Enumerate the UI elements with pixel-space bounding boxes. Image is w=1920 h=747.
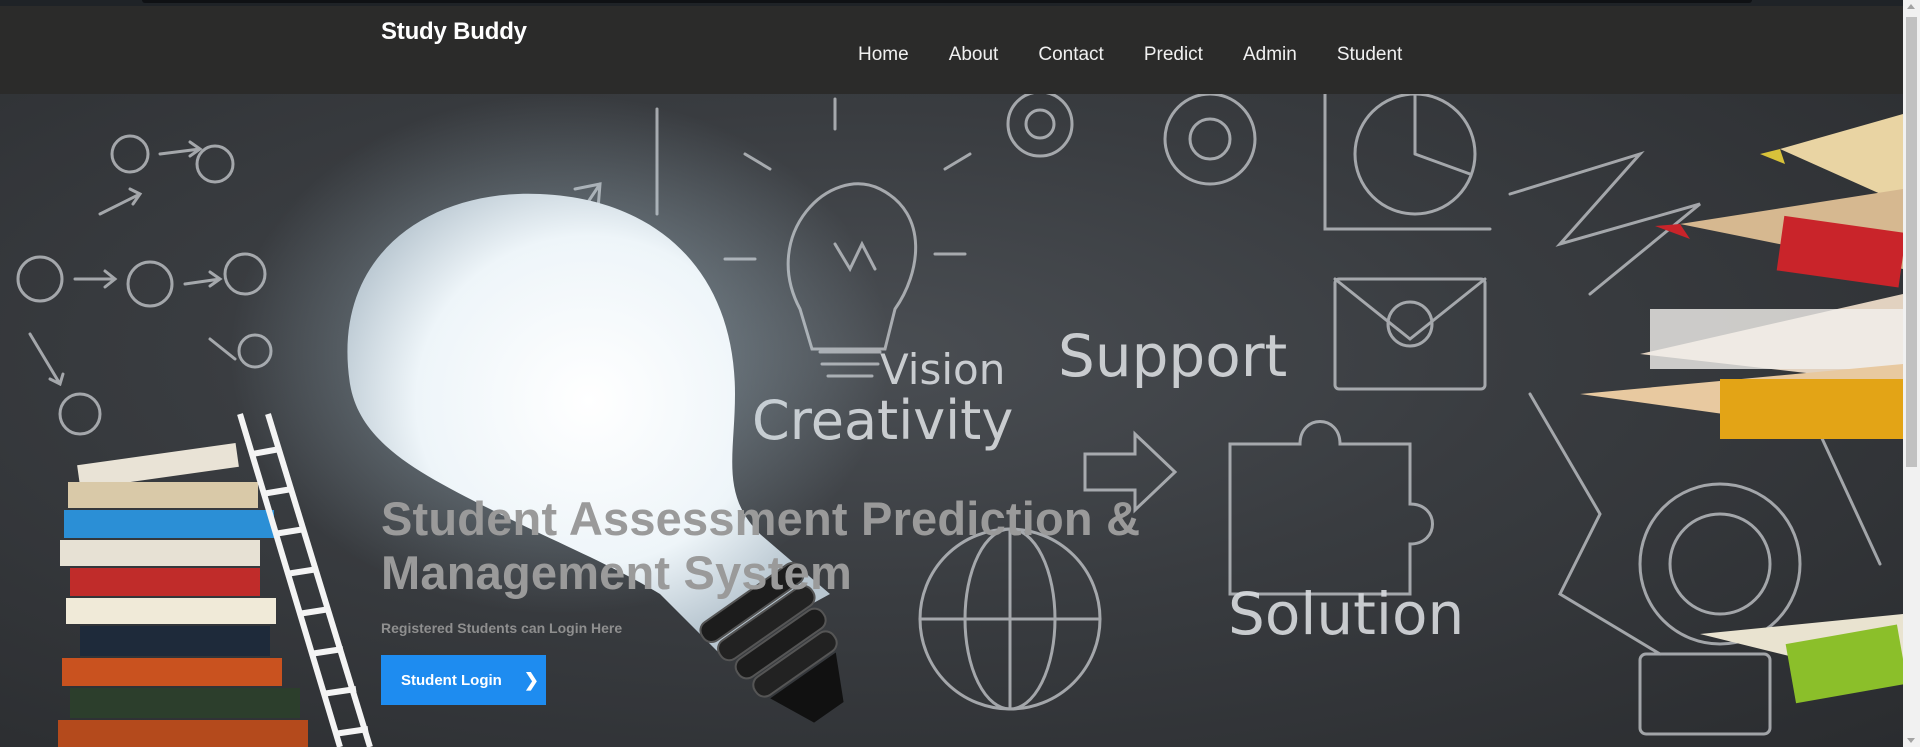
student-login-button[interactable]: Student Login ❯ — [381, 655, 546, 705]
hero-section: Vision Creativity Support Solution Stude… — [0, 94, 1903, 747]
chevron-right-icon: ❯ — [523, 669, 539, 690]
scroll-up-icon[interactable] — [1907, 4, 1915, 9]
nav-admin[interactable]: Admin — [1243, 44, 1297, 66]
main-nav: Home About Contact Predict Admin Student — [858, 44, 1442, 66]
hero-subtitle: Registered Students can Login Here — [381, 620, 623, 636]
page-scrollbar[interactable] — [1903, 0, 1920, 747]
scroll-down-icon[interactable] — [1907, 738, 1915, 743]
hero-background-image: Vision Creativity Support Solution — [16, 94, 1903, 747]
scrollbar-thumb[interactable] — [1906, 17, 1917, 467]
nav-predict[interactable]: Predict — [1144, 44, 1203, 66]
nav-home[interactable]: Home — [858, 44, 909, 66]
nav-contact[interactable]: Contact — [1038, 44, 1103, 66]
word-vision: Vision — [880, 345, 1005, 394]
student-login-label: Student Login — [401, 671, 502, 689]
hero-title: Student Assessment Prediction & Manageme… — [381, 492, 1141, 599]
brand-logo[interactable]: Study Buddy — [381, 18, 527, 46]
navbar: Study Buddy Home About Contact Predict A… — [0, 6, 1903, 94]
window-top-bar — [142, 0, 1752, 3]
nav-student[interactable]: Student — [1337, 44, 1403, 66]
word-support: Support — [1058, 322, 1287, 390]
nav-about[interactable]: About — [949, 44, 999, 66]
